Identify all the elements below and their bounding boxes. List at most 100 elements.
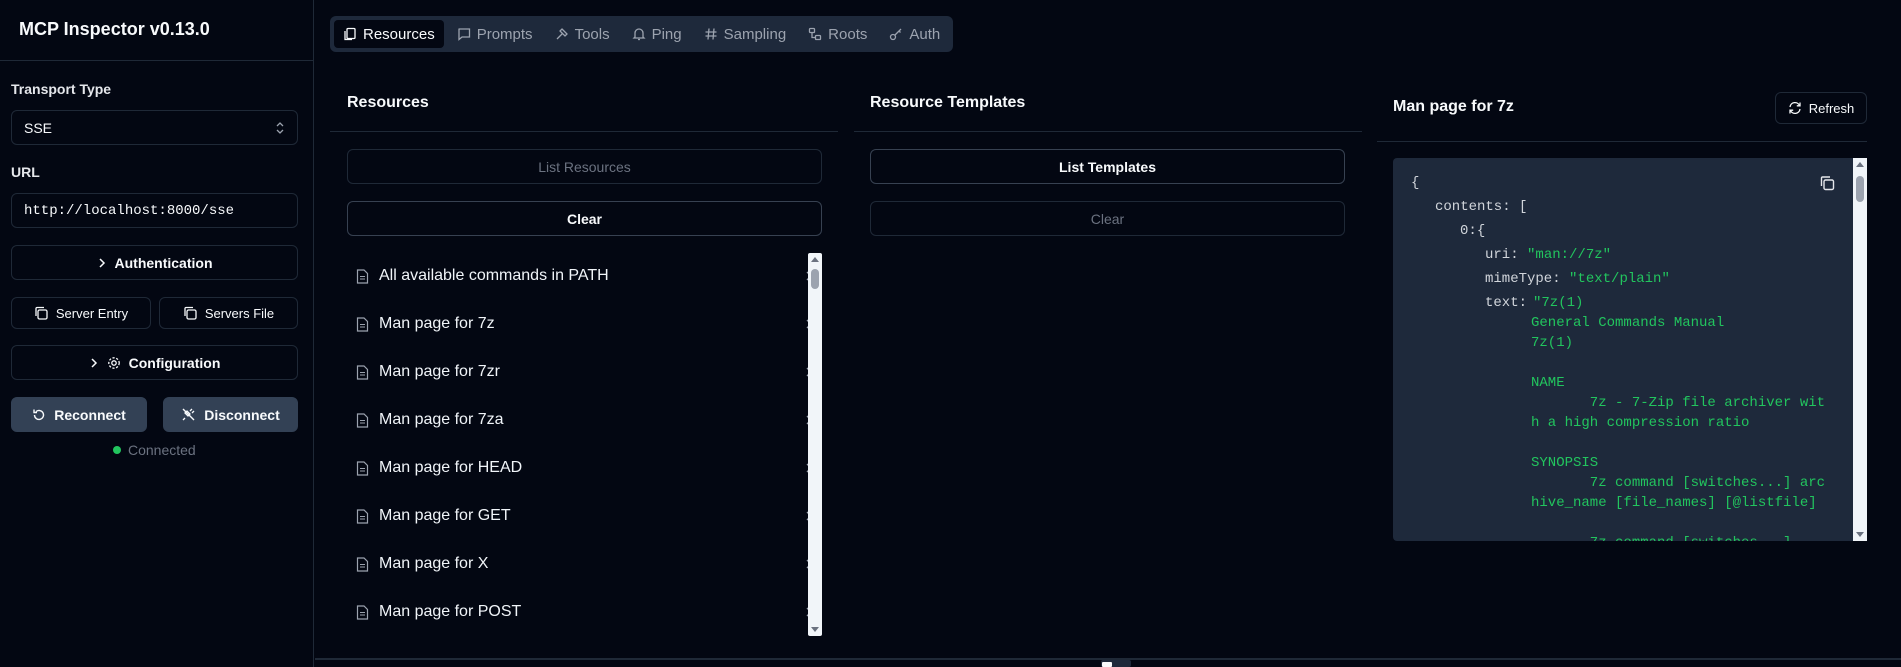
tab-label: Roots	[828, 25, 868, 43]
configuration-button[interactable]: Configuration	[11, 345, 298, 380]
chevron-up-down-icon	[276, 121, 284, 134]
resource-list-scrollbar[interactable]	[808, 253, 822, 636]
scroll-down-icon[interactable]	[1856, 532, 1864, 537]
json-uri-row: uri: "man://7z"	[1485, 247, 1611, 263]
resources-title: Resources	[347, 94, 429, 111]
file-text-icon	[356, 316, 369, 332]
json-mime-row: mimeType: "text/plain"	[1485, 271, 1670, 287]
servers-file-button[interactable]: Servers File	[159, 297, 298, 329]
url-input[interactable]	[11, 193, 298, 228]
resource-name: Man page for 7z	[379, 315, 495, 332]
resource-list-item[interactable]: All available commands in PATH	[347, 252, 822, 300]
scroll-thumb[interactable]	[1856, 176, 1864, 202]
json-text-line: 7z - 7-Zip file archiver wit	[1531, 395, 1826, 411]
tab-label: Resources	[363, 25, 435, 43]
authentication-button[interactable]: Authentication	[11, 245, 298, 280]
resource-name: All available commands in PATH	[379, 267, 609, 284]
tab-label: Auth	[909, 25, 941, 43]
app-title: MCP Inspector v0.13.0	[19, 19, 210, 39]
list-resources-button[interactable]: List Resources	[347, 149, 822, 184]
file-text-icon	[356, 556, 369, 572]
json-open-brace: {	[1411, 175, 1420, 191]
json-brace: {	[1476, 223, 1486, 239]
resource-list-item[interactable]: Man page for 7z	[347, 300, 822, 348]
file-text-icon	[356, 508, 369, 524]
servers-file-label: Servers File	[204, 305, 275, 321]
tab-auth[interactable]: Auth	[880, 20, 949, 48]
detail-divider	[1377, 141, 1867, 142]
key-icon	[890, 28, 902, 41]
reconnect-button[interactable]: Reconnect	[11, 397, 147, 432]
json-text-line: General Commands Manual	[1531, 315, 1725, 331]
resource-name: Man page for POST	[379, 603, 522, 620]
resources-divider	[330, 131, 838, 132]
roots-icon	[809, 27, 822, 41]
disconnect-label: Disconnect	[204, 406, 280, 423]
json-bracket: [	[1519, 199, 1528, 215]
status-dot-icon	[113, 446, 121, 454]
tab-roots[interactable]: Roots	[799, 20, 876, 48]
tab-bar: Resources Prompts Tools Ping Sampling Ro…	[330, 16, 954, 52]
json-key: mimeType:	[1485, 271, 1561, 287]
detail-title: Man page for 7z	[1393, 98, 1514, 115]
json-scrollbar[interactable]	[1853, 158, 1867, 541]
refresh-button[interactable]: Refresh	[1775, 92, 1867, 124]
resources-icon	[344, 27, 356, 41]
tab-prompts[interactable]: Prompts	[448, 20, 542, 48]
authentication-label: Authentication	[114, 254, 213, 271]
refresh-label: Refresh	[1808, 100, 1855, 116]
resource-name: Man page for X	[379, 555, 489, 572]
sidebar: MCP Inspector v0.13.0 Transport Type SSE…	[0, 0, 314, 667]
resource-list-item[interactable]: Man page for POST	[347, 588, 822, 636]
connection-status: Connected	[113, 442, 196, 458]
resource-name: Man page for HEAD	[379, 459, 523, 476]
url-label: URL	[11, 164, 40, 180]
transport-type-select[interactable]: SSE	[11, 110, 298, 145]
rotate-ccw-icon	[33, 409, 45, 420]
tab-sampling[interactable]: Sampling	[695, 20, 796, 48]
transport-type-label: Transport Type	[11, 81, 112, 97]
json-text-line: SYNOPSIS	[1531, 455, 1599, 471]
resource-list-item[interactable]: Man page for 7za	[347, 396, 822, 444]
file-text-icon	[356, 268, 369, 284]
json-text-line: h a high compression ratio	[1531, 415, 1750, 431]
list-templates-button[interactable]: List Templates	[870, 149, 1345, 184]
tab-tools[interactable]: Tools	[546, 20, 619, 48]
server-entry-button[interactable]: Server Entry	[11, 297, 151, 329]
json-text-line: 7z command [switches...] arc	[1531, 475, 1826, 491]
scroll-up-icon[interactable]	[811, 257, 819, 262]
resource-name: Man page for 7zr	[379, 363, 500, 380]
tab-label: Ping	[651, 25, 682, 43]
hash-icon	[705, 28, 717, 40]
tab-ping[interactable]: Ping	[623, 20, 691, 48]
json-text-key: text:	[1485, 295, 1528, 311]
resource-list-item[interactable]: Man page for X	[347, 540, 822, 588]
copy-icon[interactable]	[1819, 175, 1835, 191]
resource-list-item[interactable]: Man page for 7zr	[347, 348, 822, 396]
file-text-icon	[356, 412, 369, 428]
disconnect-button[interactable]: Disconnect	[163, 397, 298, 432]
json-key: 0:	[1460, 223, 1477, 239]
resource-list-item[interactable]: Man page for HEAD	[347, 444, 822, 492]
bell-icon	[632, 28, 646, 41]
tab-resources[interactable]: Resources	[334, 20, 444, 48]
scroll-down-icon[interactable]	[811, 627, 819, 632]
file-text-icon	[356, 364, 369, 380]
json-string: "text/plain"	[1569, 271, 1670, 287]
tab-label: Prompts	[476, 25, 533, 43]
json-text-line: NAME	[1531, 375, 1565, 391]
clear-templates-button[interactable]: Clear	[870, 201, 1345, 236]
resource-list-item[interactable]: Man page for GET	[347, 492, 822, 540]
scroll-up-icon[interactable]	[1856, 162, 1864, 167]
file-text-icon	[356, 460, 369, 476]
server-entry-label: Server Entry	[55, 305, 129, 321]
resource-name: Man page for GET	[379, 507, 511, 524]
json-text-line: "7z(1)	[1533, 295, 1584, 311]
reconnect-label: Reconnect	[54, 406, 126, 423]
scroll-thumb[interactable]	[811, 269, 819, 289]
configuration-label: Configuration	[128, 354, 221, 371]
copy-icon	[35, 306, 48, 320]
resize-handle[interactable]	[1101, 660, 1131, 667]
json-text-line: 7z(1)	[1531, 335, 1574, 351]
clear-resources-button[interactable]: Clear	[347, 201, 822, 236]
